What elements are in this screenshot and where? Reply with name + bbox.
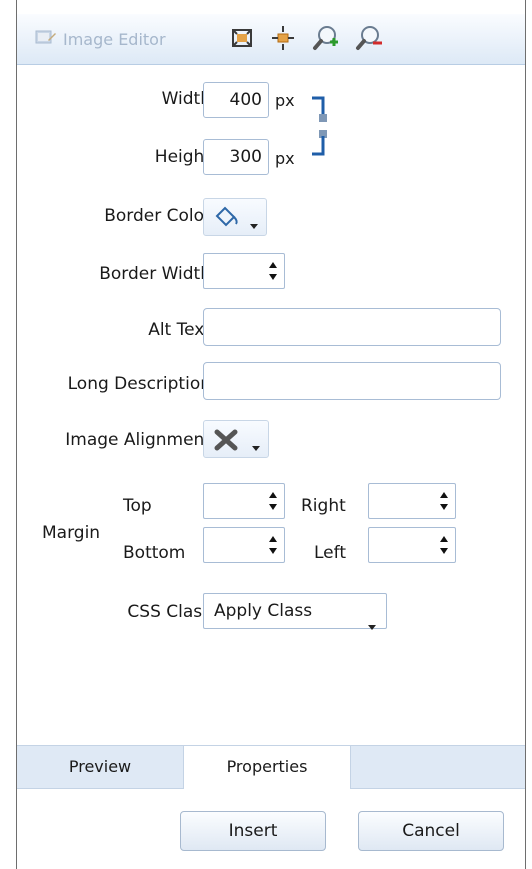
margin-bottom-label: Bottom [123,543,186,563]
image-alignment-picker[interactable] [203,420,269,458]
toolbar-title-group: Image Editor [35,28,166,50]
margin-right-spinner[interactable] [368,483,456,519]
tab-strip: Preview Properties [17,745,525,789]
image-alignment-label: Image Alignment [65,430,211,450]
margin-right-label: Right [301,496,346,516]
border-width-spinner[interactable] [203,253,285,289]
tab-properties[interactable]: Properties [183,746,351,789]
css-class-label: CSS Class [127,602,211,622]
margin-left-label: Left [314,543,346,563]
spinner-arrows-icon[interactable] [439,489,449,513]
long-description-input[interactable] [203,362,501,400]
fit-to-window-icon[interactable] [229,23,255,53]
long-description-label: Long Description [67,374,211,394]
margin-left-spinner[interactable] [368,527,456,563]
margin-top-spinner[interactable] [203,483,285,519]
toolbar: Image Editor [17,14,525,65]
toolbar-title: Image Editor [63,29,166,49]
spinner-arrows-icon[interactable] [268,533,278,557]
chevron-down-icon [250,215,258,235]
margin-bottom-spinner[interactable] [203,527,285,563]
original-size-icon[interactable] [270,23,296,53]
image-editor-dialog: Image Editor Width 400 px Height 300 px … [16,0,526,869]
zoom-in-icon[interactable] [311,23,341,53]
spinner-arrows-icon[interactable] [268,489,278,513]
chevron-down-icon [368,609,376,643]
tab-preview[interactable]: Preview [17,746,183,788]
width-input[interactable]: 400 [203,82,269,118]
height-input[interactable]: 300 [203,139,269,175]
alt-text-input[interactable] [203,308,501,346]
no-alignment-x-icon [212,429,240,456]
margin-label: Margin [42,523,101,543]
border-width-label: Border Width [99,264,211,284]
height-unit: px [275,149,295,168]
css-class-value: Apply Class [214,601,313,621]
css-class-select[interactable]: Apply Class [203,593,387,630]
chevron-down-icon [252,437,260,457]
alt-text-label: Alt Text [148,320,211,340]
spinner-arrows-icon[interactable] [268,259,278,283]
constrain-proportions-lock-icon[interactable] [311,96,331,163]
image-editor-icon [35,28,57,50]
border-color-label: Border Color [104,206,211,226]
cancel-button[interactable]: Cancel [358,811,504,851]
paint-bucket-icon [214,206,240,233]
insert-button[interactable]: Insert [180,811,326,851]
margin-top-label: Top [123,496,152,516]
width-unit: px [275,91,295,110]
spinner-arrows-icon[interactable] [439,533,449,557]
border-color-picker[interactable] [203,198,267,236]
zoom-out-icon[interactable] [354,23,384,53]
